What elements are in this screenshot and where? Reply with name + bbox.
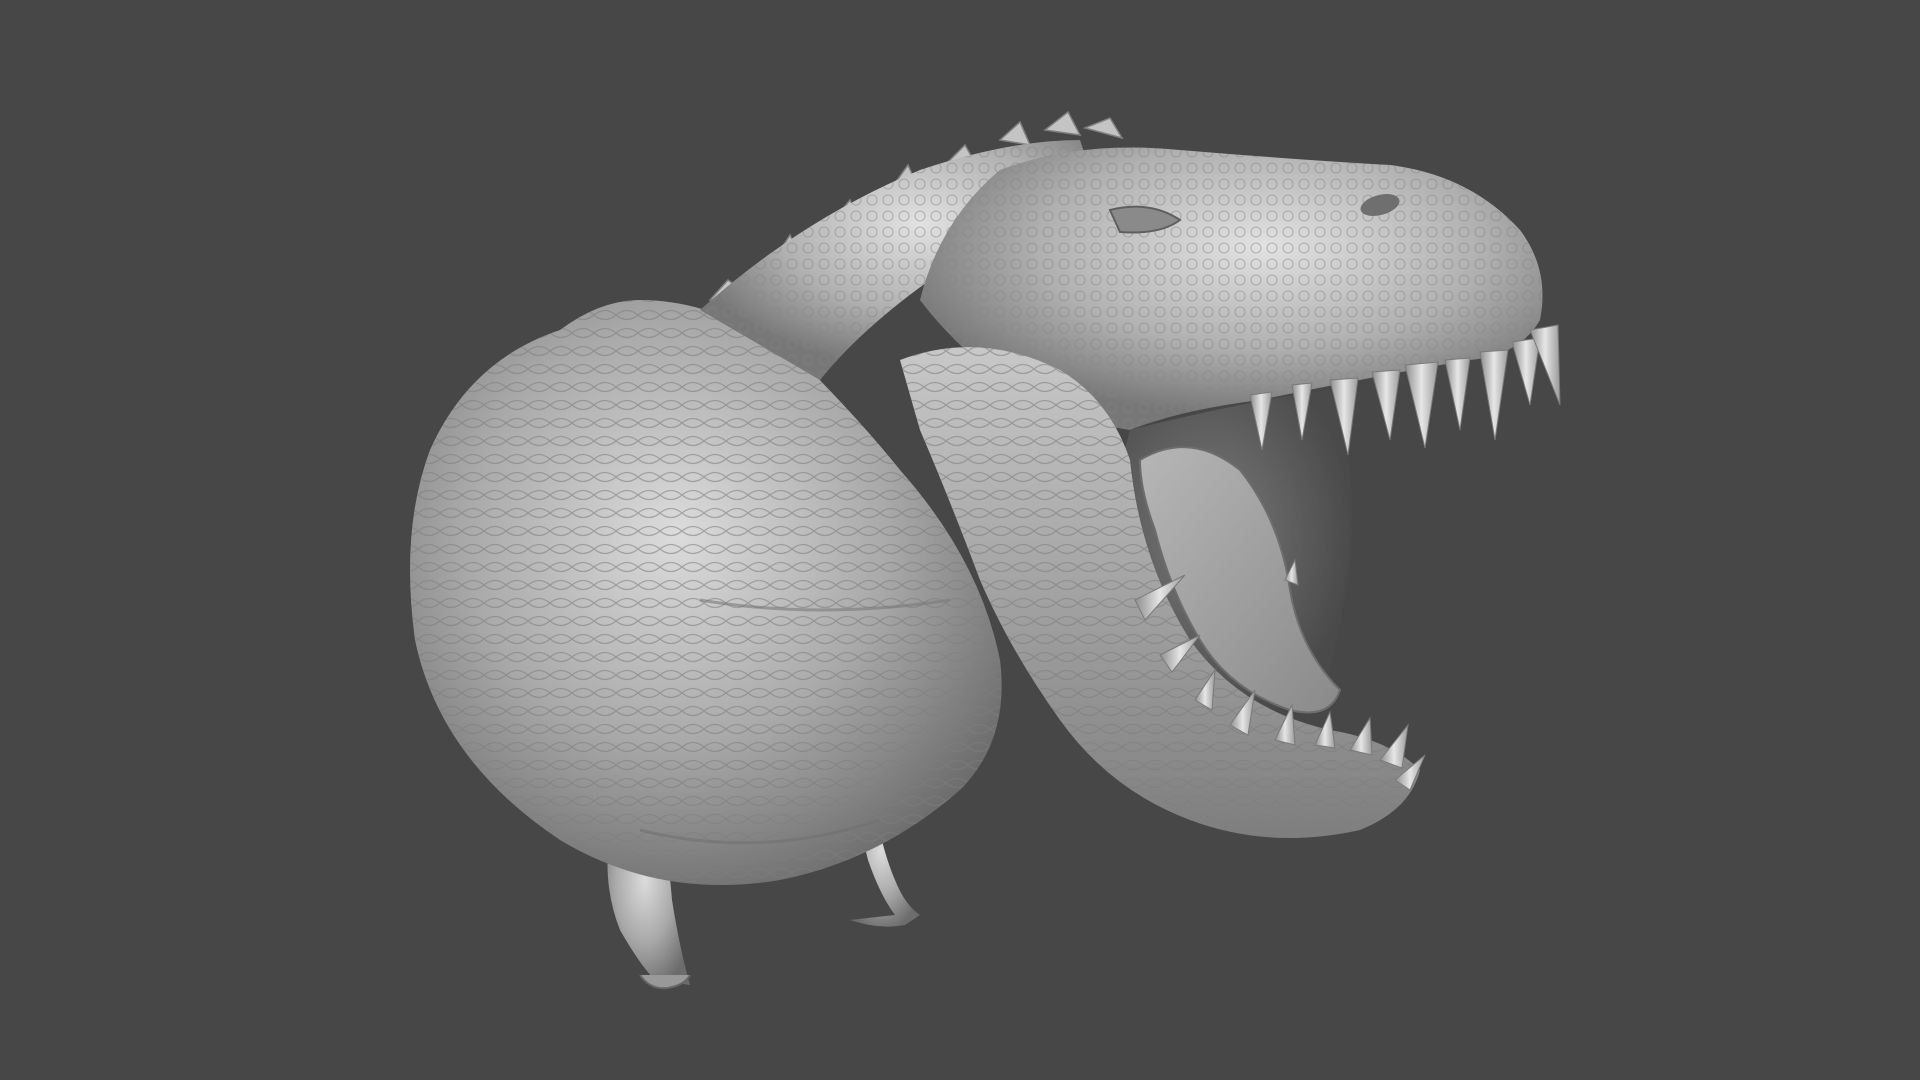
3d-viewport[interactable]	[0, 0, 1920, 1080]
model-canvas[interactable]	[0, 0, 1920, 1080]
dinosaur-sculpt[interactable]	[0, 0, 1920, 1080]
